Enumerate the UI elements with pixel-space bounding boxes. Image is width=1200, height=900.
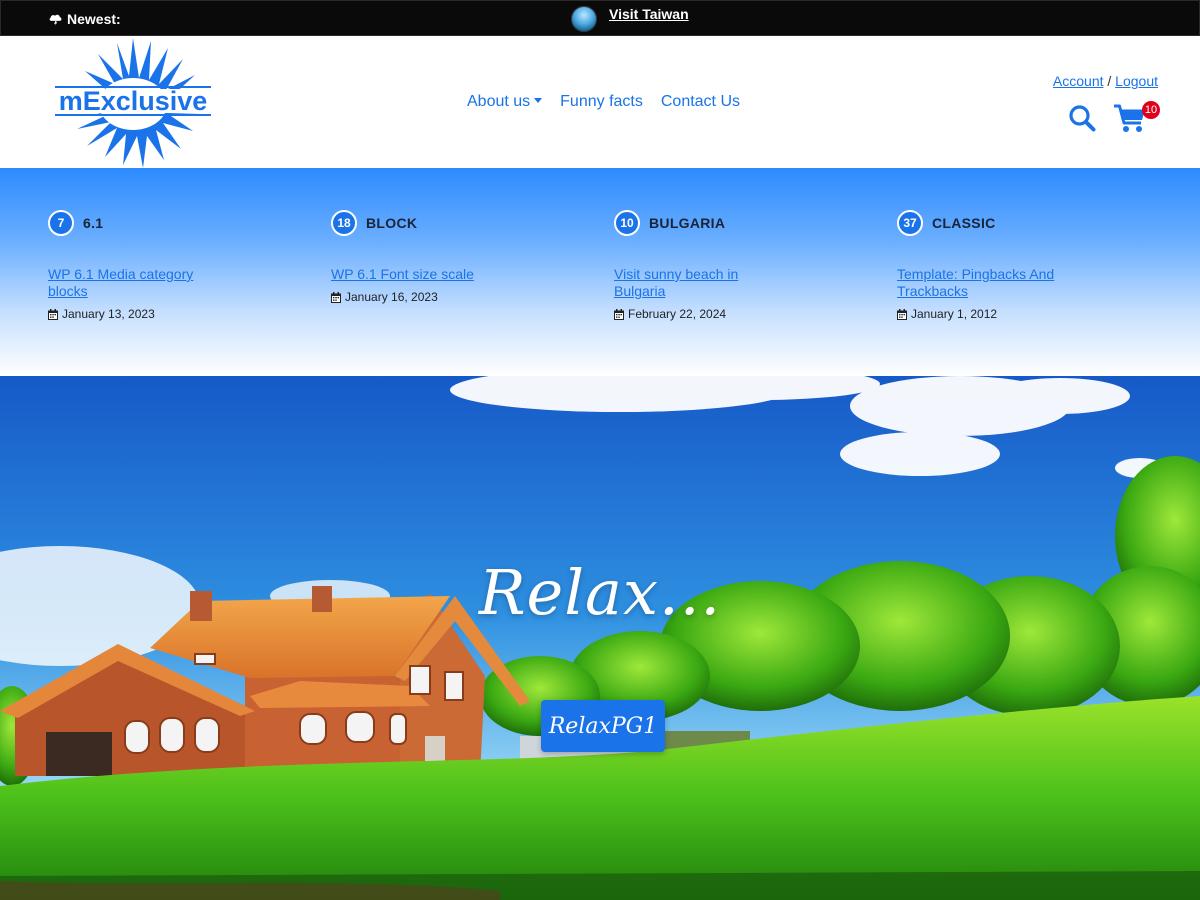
top-bar: Newest: Visit Taiwan xyxy=(0,0,1200,36)
site-header: mExclusive About us Funny facts Contact … xyxy=(0,36,1200,168)
post-link[interactable]: WP 6.1 Media category blocks xyxy=(48,266,218,300)
category-count[interactable]: 37 xyxy=(897,210,923,236)
calendar-icon xyxy=(331,291,341,303)
calendar-icon xyxy=(48,308,58,320)
main-nav: About us Funny facts Contact Us xyxy=(467,93,740,111)
category-count[interactable]: 7 xyxy=(48,210,74,236)
nav-about-us[interactable]: About us xyxy=(467,93,543,111)
post-date: January 13, 2023 xyxy=(48,307,248,321)
post-date-text: January 13, 2023 xyxy=(62,307,155,321)
post-date-text: February 22, 2024 xyxy=(628,307,727,321)
cart-count-badge: 10 xyxy=(1142,101,1160,119)
post-link[interactable]: WP 6.1 Font size scale xyxy=(331,266,501,283)
category-card: 18 BLOCK WP 6.1 Font size scale January … xyxy=(331,210,531,304)
hero-background-image xyxy=(0,376,1200,900)
hero-banner: Relax... RelaxPG1 xyxy=(0,376,1200,900)
newest-label-wrap: Newest: xyxy=(48,11,121,27)
post-date: January 16, 2023 xyxy=(331,290,531,304)
logout-link[interactable]: Logout xyxy=(1115,73,1158,89)
post-date-text: January 1, 2012 xyxy=(911,307,998,321)
newest-ticker[interactable]: Visit Taiwan xyxy=(571,5,689,32)
nav-funny-facts[interactable]: Funny facts xyxy=(560,93,643,111)
category-name[interactable]: CLASSIC xyxy=(932,215,996,231)
post-date: February 22, 2024 xyxy=(614,307,814,321)
category-head[interactable]: 10 BULGARIA xyxy=(614,210,814,236)
calendar-icon xyxy=(897,308,907,320)
logo-text: mExclusive xyxy=(59,86,208,116)
category-head[interactable]: 18 BLOCK xyxy=(331,210,531,236)
nav-about-us-label[interactable]: About us xyxy=(467,93,530,110)
category-name[interactable]: 6.1 xyxy=(83,215,103,231)
category-name[interactable]: BULGARIA xyxy=(649,215,725,231)
category-count[interactable]: 18 xyxy=(331,210,357,236)
nav-contact-us[interactable]: Contact Us xyxy=(661,93,740,111)
calendar-icon xyxy=(614,308,624,320)
category-card: 10 BULGARIA Visit sunny beach in Bulgari… xyxy=(614,210,814,321)
newest-label: Newest: xyxy=(67,11,121,27)
account-separator: / xyxy=(1107,73,1112,89)
post-date: January 1, 2012 xyxy=(897,307,1097,321)
search-icon[interactable] xyxy=(1068,104,1096,132)
category-head[interactable]: 7 6.1 xyxy=(48,210,248,236)
category-head[interactable]: 37 CLASSIC xyxy=(897,210,1097,236)
hero-title: Relax... xyxy=(478,556,722,629)
cart-button[interactable]: 10 xyxy=(1114,101,1160,133)
site-logo[interactable]: mExclusive xyxy=(55,38,211,168)
category-strip: 7 6.1 WP 6.1 Media category blocks Janua… xyxy=(0,168,1200,376)
category-count[interactable]: 10 xyxy=(614,210,640,236)
account-link[interactable]: Account xyxy=(1053,73,1104,89)
post-link[interactable]: Template: Pingbacks And Trackbacks xyxy=(897,266,1067,300)
account-links: Account / Logout xyxy=(1053,73,1158,89)
category-card: 37 CLASSIC Template: Pingbacks And Track… xyxy=(897,210,1097,321)
category-card: 7 6.1 WP 6.1 Media category blocks Janua… xyxy=(48,210,248,321)
chevron-down-icon[interactable] xyxy=(534,98,543,103)
ticker-thumbnail[interactable] xyxy=(571,6,597,32)
header-icons: 10 xyxy=(1068,101,1160,133)
storm-cloud-icon xyxy=(49,14,62,26)
category-name[interactable]: BLOCK xyxy=(366,215,417,231)
ticker-link[interactable]: Visit Taiwan xyxy=(609,5,689,23)
post-link[interactable]: Visit sunny beach in Bulgaria xyxy=(614,266,784,300)
post-date-text: January 16, 2023 xyxy=(345,290,438,304)
hero-cta-button[interactable]: RelaxPG1 xyxy=(541,700,665,752)
